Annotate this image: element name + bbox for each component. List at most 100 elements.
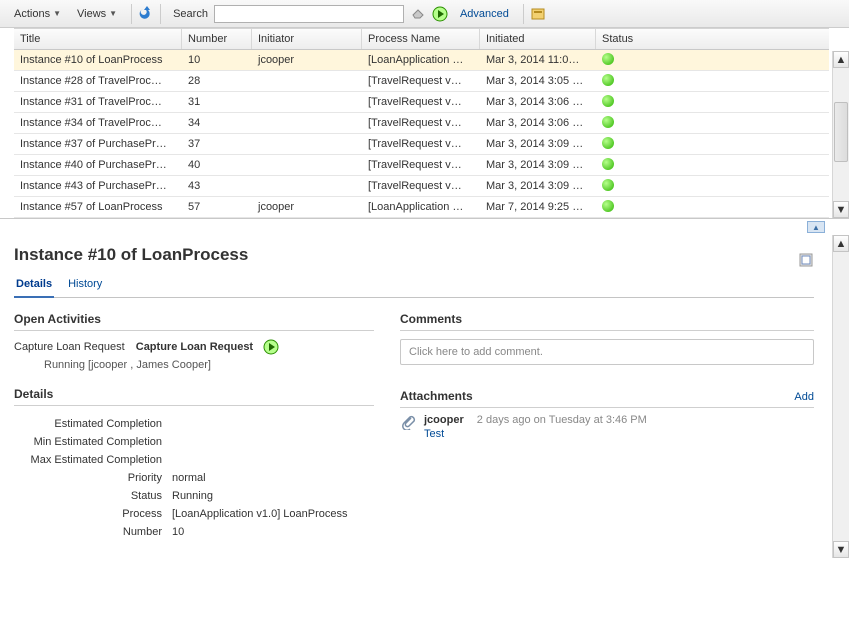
play-icon[interactable] [432, 6, 448, 22]
detail-scrollbar[interactable]: ▲ ▼ [832, 235, 849, 558]
actions-label: Actions [14, 8, 50, 20]
advanced-link[interactable]: Advanced [460, 8, 509, 20]
cell-status [596, 116, 829, 131]
scroll-up-arrow[interactable]: ▲ [833, 51, 849, 68]
open-activities-heading: Open Activities [14, 312, 374, 331]
table-row[interactable]: Instance #57 of LoanProcess57jcooper[Loa… [14, 197, 829, 218]
field-label-min: Min Estimated Completion [16, 434, 166, 450]
cell-status [596, 137, 829, 152]
pane-divider: ▲ [0, 219, 849, 235]
cell-initiated: Mar 3, 2014 3:09 … [480, 180, 596, 192]
views-menu[interactable]: Views ▼ [69, 6, 125, 22]
column-header-title[interactable]: Title [14, 29, 182, 49]
attachment-row: jcooper 2 days ago on Tuesday at 3:46 PM… [400, 414, 814, 440]
field-value-process: [LoanApplication v1.0] LoanProcess [168, 506, 372, 522]
collapse-handle-icon[interactable]: ▲ [807, 221, 825, 233]
scroll-thumb[interactable] [834, 102, 848, 162]
table-body: Instance #10 of LoanProcess10jcooper[Loa… [14, 50, 829, 218]
scroll-down-arrow[interactable]: ▼ [833, 201, 849, 218]
open-activity-state: Running [44, 359, 85, 371]
detail-content: Instance #10 of LoanProcess Details Hist… [0, 235, 832, 558]
field-label-est: Estimated Completion [16, 416, 166, 432]
column-header-initiator[interactable]: Initiator [252, 29, 362, 49]
cell-initiated: Mar 3, 2014 3:05 … [480, 75, 596, 87]
cell-number: 31 [182, 96, 252, 108]
open-activity-name: Capture Loan Request [136, 341, 253, 353]
open-activity-row: Capture Loan Request Capture Loan Reques… [14, 339, 374, 355]
cell-title: Instance #28 of TravelProc… [14, 75, 182, 87]
search-group: Search Advanced [173, 5, 509, 23]
column-header-status[interactable]: Status [596, 29, 829, 49]
field-value-est [168, 416, 372, 432]
field-label-status: Status [16, 488, 166, 504]
cell-title: Instance #31 of TravelProc… [14, 96, 182, 108]
attachments-heading: Attachments [400, 389, 473, 403]
tab-history[interactable]: History [66, 275, 104, 297]
table-row[interactable]: Instance #10 of LoanProcess10jcooper[Loa… [14, 50, 829, 71]
column-header-process[interactable]: Process Name [362, 29, 480, 49]
cell-initiator: jcooper [252, 201, 362, 213]
table-row[interactable]: Instance #34 of TravelProc…34[TravelRequ… [14, 113, 829, 134]
cell-initiated: Mar 3, 2014 3:06 … [480, 117, 596, 129]
cell-process: [LoanApplication … [362, 54, 480, 66]
scroll-down-arrow[interactable]: ▼ [833, 541, 849, 558]
table-header-row: Title Number Initiator Process Name Init… [14, 28, 829, 50]
field-value-min [168, 434, 372, 450]
table-row[interactable]: Instance #28 of TravelProc…28 [TravelRequ… [14, 71, 829, 92]
table-scrollbar[interactable]: ▲ ▼ [832, 51, 849, 218]
cell-process: [TravelRequest v… [362, 117, 480, 129]
cell-status [596, 53, 829, 68]
cell-process: [LoanApplication … [362, 201, 480, 213]
eraser-icon[interactable] [410, 6, 426, 22]
cell-status [596, 95, 829, 110]
cell-number: 37 [182, 138, 252, 150]
refresh-icon[interactable] [138, 6, 154, 22]
table-row[interactable]: Instance #43 of PurchasePr…43[TravelRequ… [14, 176, 829, 197]
search-input[interactable] [214, 5, 404, 23]
top-toolbar: Actions ▼ Views ▼ Search Advanced [0, 0, 849, 28]
status-running-icon [602, 137, 614, 149]
cell-title: Instance #10 of LoanProcess [14, 54, 182, 66]
cell-status [596, 74, 829, 89]
detail-tabs: Details History [14, 275, 814, 298]
cell-status [596, 158, 829, 173]
cell-process: [TravelRequest v… [362, 159, 480, 171]
cell-title: Instance #57 of LoanProcess [14, 201, 182, 213]
field-label-process: Process [16, 506, 166, 522]
process-instance-table: Title Number Initiator Process Name Init… [0, 28, 849, 219]
scroll-track[interactable] [833, 68, 849, 201]
status-running-icon [602, 200, 614, 212]
add-comment-input[interactable]: Click here to add comment. [400, 339, 814, 365]
cell-initiated: Mar 3, 2014 11:0… [480, 54, 596, 66]
toolbar-separator [160, 4, 161, 24]
table-row[interactable]: Instance #40 of PurchasePr…40[TravelRequ… [14, 155, 829, 176]
table-row[interactable]: Instance #31 of TravelProc…31[TravelRequ… [14, 92, 829, 113]
cell-status [596, 179, 829, 194]
tab-details[interactable]: Details [14, 275, 54, 298]
cell-initiator: jcooper [252, 54, 362, 66]
search-label: Search [173, 8, 208, 20]
comments-heading: Comments [400, 312, 814, 331]
table-row[interactable]: Instance #37 of PurchasePr…37[TravelRequ… [14, 134, 829, 155]
cell-process: [TravelRequest v… [362, 75, 480, 87]
activity-play-icon[interactable] [263, 339, 279, 355]
toolbar-separator [131, 4, 132, 24]
toolbar-separator [523, 4, 524, 24]
column-header-initiated[interactable]: Initiated [480, 29, 596, 49]
add-attachment-link[interactable]: Add [794, 391, 814, 403]
cell-number: 34 [182, 117, 252, 129]
cell-status [596, 200, 829, 215]
field-label-priority: Priority [16, 470, 166, 486]
cell-number: 28 [182, 75, 252, 87]
preferences-icon[interactable] [530, 6, 546, 22]
actions-menu[interactable]: Actions ▼ [6, 6, 69, 22]
cell-title: Instance #40 of PurchasePr… [14, 159, 182, 171]
detail-tool-icon[interactable] [798, 252, 814, 268]
attachment-link[interactable]: Test [424, 428, 647, 440]
open-activity-label: Capture Loan Request [14, 341, 125, 353]
column-header-number[interactable]: Number [182, 29, 252, 49]
scroll-up-arrow[interactable]: ▲ [833, 235, 849, 252]
open-activity-assignee: [jcooper , James Cooper] [88, 359, 211, 371]
attachment-user: jcooper [424, 414, 464, 426]
field-label-number: Number [16, 524, 166, 540]
